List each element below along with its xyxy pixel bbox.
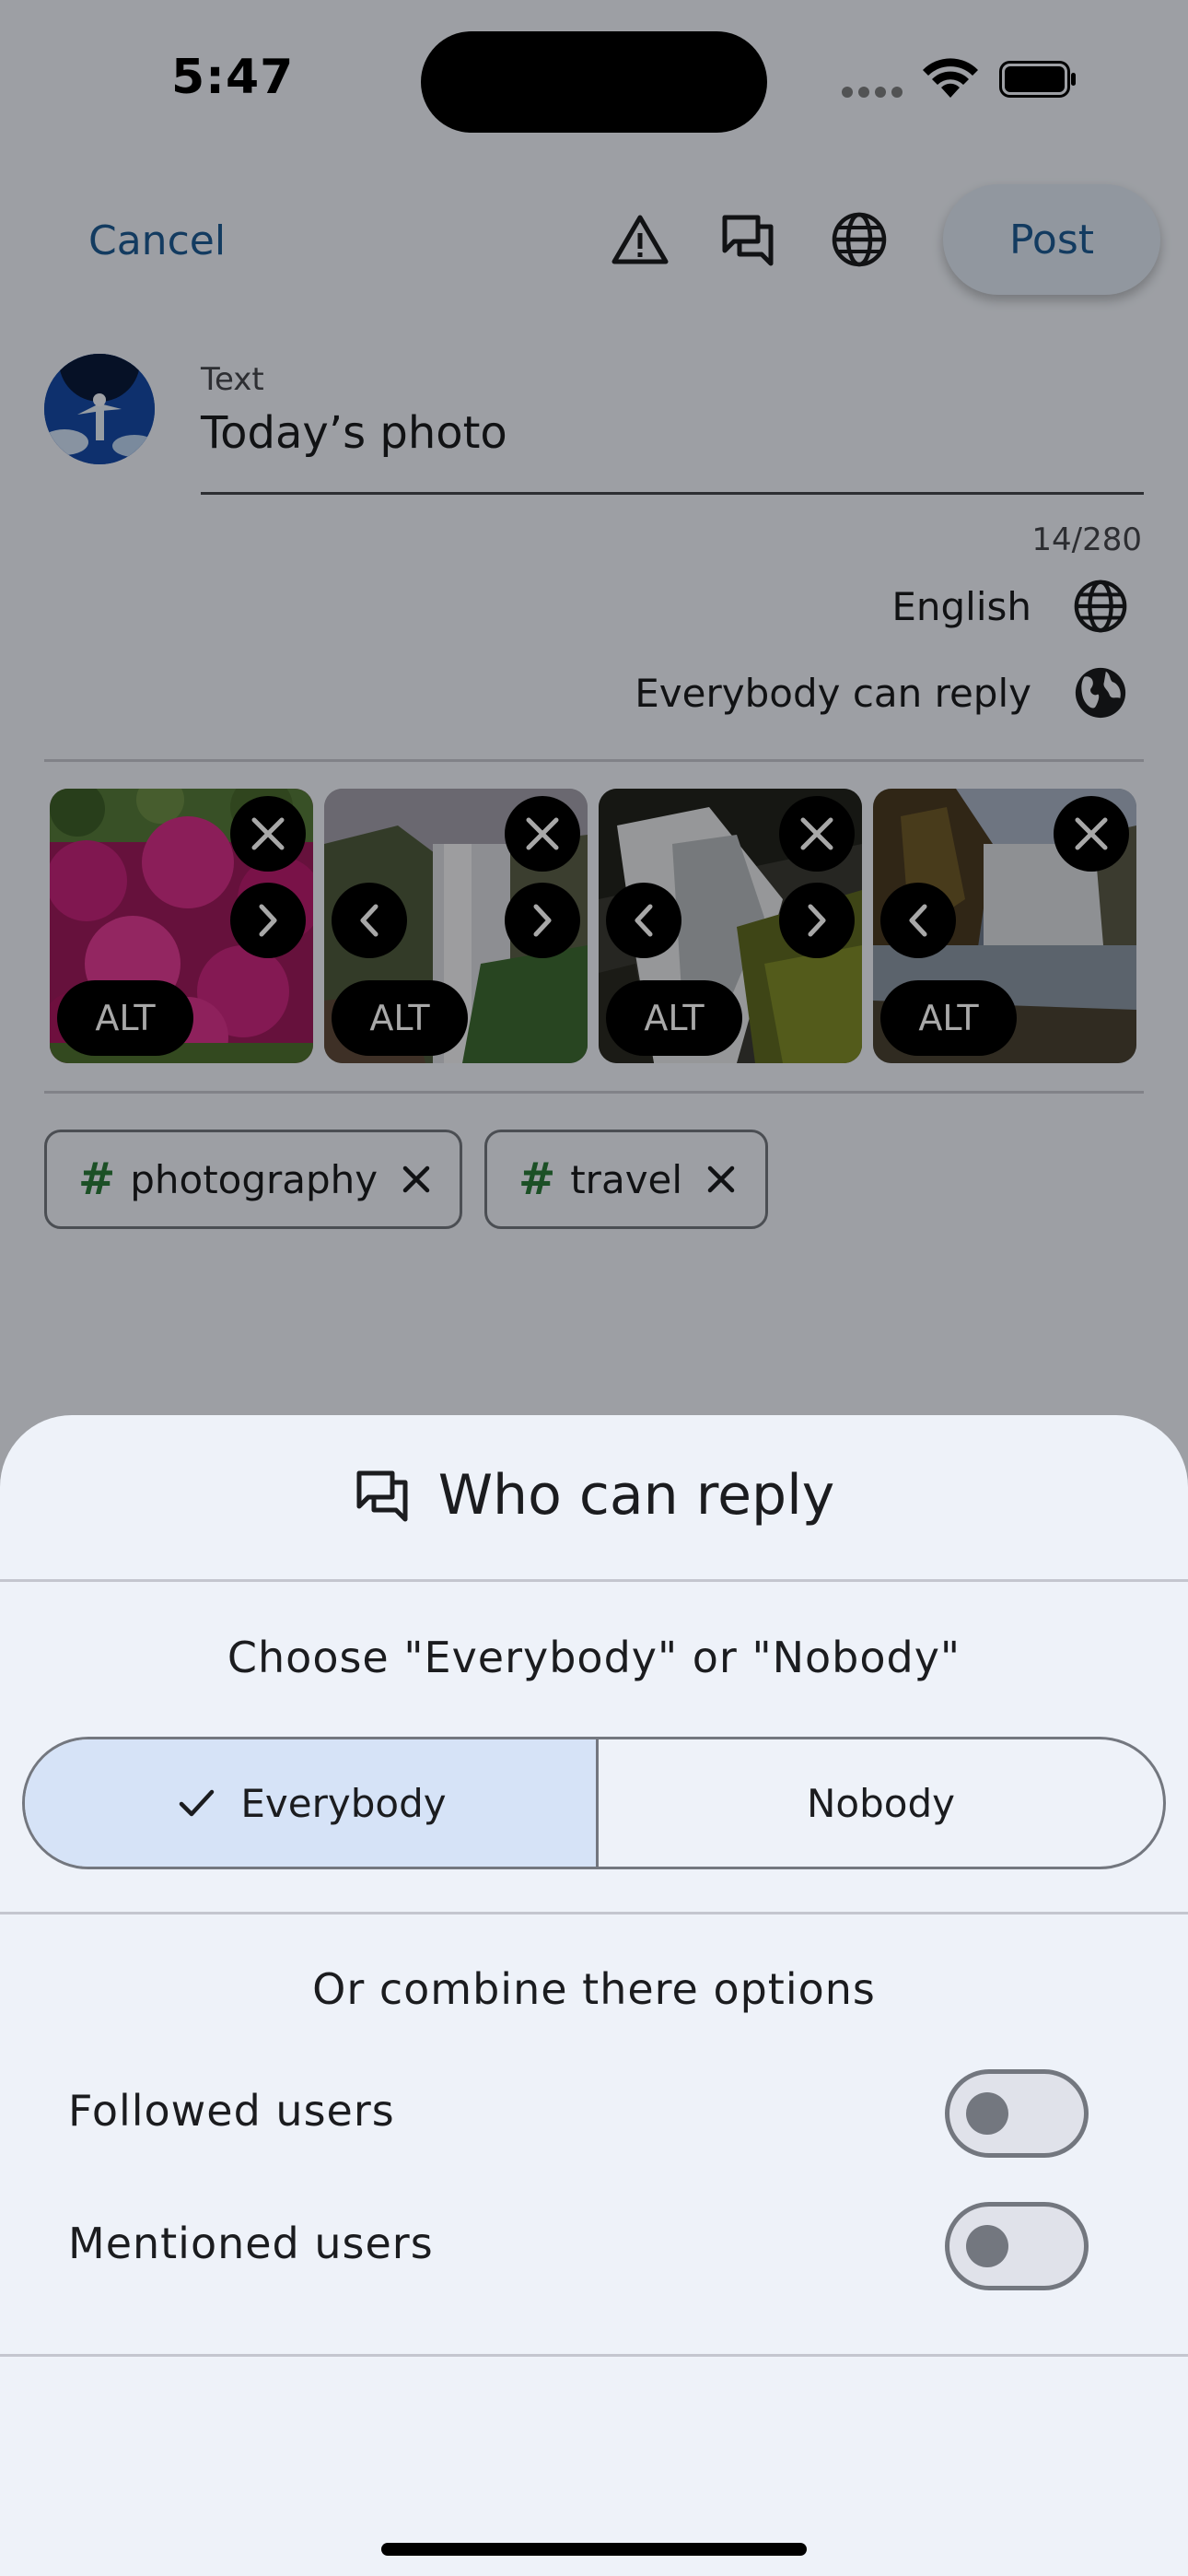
divider — [0, 2354, 1188, 2357]
compose-screen: 5:47 Cancel Post Text Today’s photo 14/2… — [0, 0, 1188, 2576]
divider — [0, 1912, 1188, 1914]
combine-prompt: Or combine there options — [312, 1964, 876, 2014]
followed-users-toggle[interactable] — [945, 2069, 1089, 2158]
segment-label: Nobody — [807, 1780, 955, 1826]
toggle-knob — [966, 2225, 1008, 2267]
home-indicator[interactable] — [381, 2543, 807, 2556]
sheet-header: Who can reply — [0, 1463, 1188, 1528]
checkmark-icon — [180, 1789, 215, 1817]
reply-settings-icon — [356, 1470, 408, 1522]
choose-prompt: Choose "Everybody" or "Nobody" — [227, 1633, 961, 1682]
segment-everybody[interactable]: Everybody — [25, 1739, 599, 1867]
toggle-knob — [966, 2092, 1008, 2135]
divider — [0, 1579, 1188, 1582]
sheet-title: Who can reply — [437, 1463, 835, 1528]
reply-audience-segmented-control: Everybody Nobody — [22, 1737, 1166, 1869]
followed-users-label: Followed users — [68, 2086, 395, 2136]
mentioned-users-label: Mentioned users — [68, 2219, 434, 2268]
segment-label: Everybody — [240, 1780, 447, 1826]
segment-nobody[interactable]: Nobody — [599, 1739, 1163, 1867]
mentioned-users-toggle[interactable] — [945, 2202, 1089, 2290]
reply-settings-sheet: Who can reply Choose "Everybody" or "Nob… — [0, 1415, 1188, 2576]
